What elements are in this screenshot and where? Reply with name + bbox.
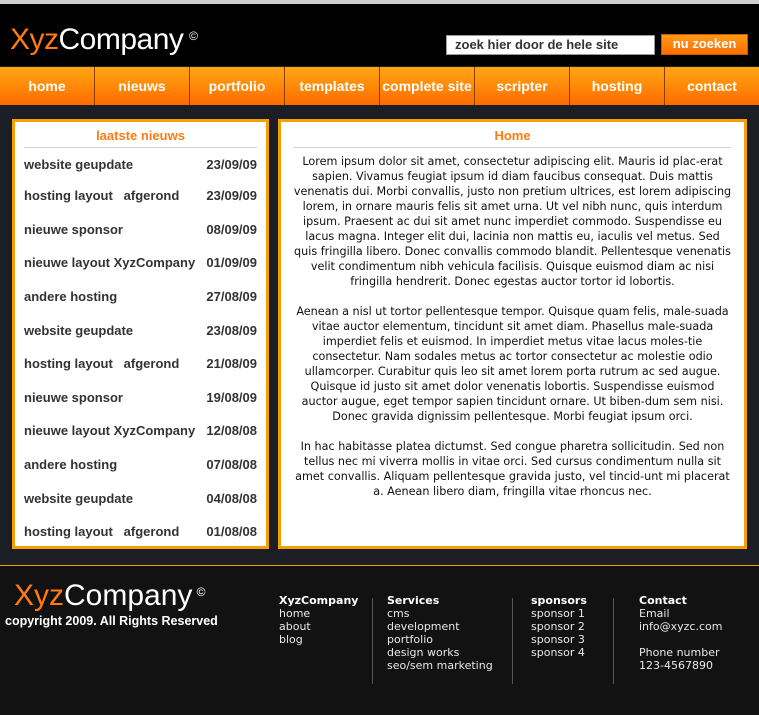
logo-xyz: Xyz bbox=[10, 23, 59, 56]
footer-link-sponsor-2[interactable]: sponsor 2 bbox=[531, 620, 587, 633]
footer-logo-company: Company bbox=[64, 579, 193, 612]
footer-link-design-works[interactable]: design works bbox=[387, 646, 493, 659]
news-item-date: 23/08/09 bbox=[206, 322, 257, 338]
footer-col-services: Services cms development portfolio desig… bbox=[387, 594, 493, 672]
footer-logo-xyz: Xyz bbox=[14, 579, 65, 612]
footer-link-sponsor-4[interactable]: sponsor 4 bbox=[531, 646, 587, 659]
copyright-text: copyright 2009. All Rights Reserved bbox=[5, 614, 218, 628]
footer-link-home[interactable]: home bbox=[279, 607, 358, 620]
news-panel-title: laatste nieuws bbox=[96, 128, 185, 143]
nav-item-home[interactable]: home bbox=[0, 67, 95, 105]
site-logo[interactable]: XyzCompany © bbox=[10, 22, 198, 58]
news-item-date: 23/09/09 bbox=[206, 188, 257, 204]
nav-item-scripter[interactable]: scripter bbox=[475, 67, 570, 105]
news-item[interactable]: hosting layout afgerond 23/09/09 bbox=[24, 179, 257, 213]
footer-link-development[interactable]: development bbox=[387, 620, 493, 633]
news-item-date: 12/08/08 bbox=[206, 423, 257, 439]
news-list: website geupdate 23/09/09 hosting layout … bbox=[15, 149, 266, 549]
phone-label: Phone number bbox=[639, 646, 720, 659]
email-link[interactable]: info@xyzc.com bbox=[639, 620, 722, 633]
footer-link-about[interactable]: about bbox=[279, 620, 358, 633]
site-header: XyzCompany © zoek hier door de hele site… bbox=[0, 4, 759, 66]
news-item-title: nieuwe layout XyzCompany bbox=[24, 423, 196, 439]
news-item-title: hosting layout afgerond bbox=[24, 188, 180, 204]
news-item-title: nieuwe sponsor bbox=[24, 221, 123, 237]
article-body: Lorem ipsum dolor sit amet, consectetur … bbox=[281, 148, 744, 499]
nav-item-contact[interactable]: contact bbox=[665, 67, 759, 105]
nav-item-portfolio[interactable]: portfolio bbox=[190, 67, 285, 105]
footer-link-seo-sem[interactable]: seo/sem marketing bbox=[387, 659, 493, 672]
search-input[interactable]: zoek hier door de hele site bbox=[446, 35, 655, 55]
main-nav: home nieuws portfolio templates complete… bbox=[0, 67, 759, 105]
footer-link-sponsor-1[interactable]: sponsor 1 bbox=[531, 607, 587, 620]
news-item[interactable]: hosting layout afgerond 21/08/09 bbox=[24, 347, 257, 381]
paragraph: In hac habitasse platea dictumst. Sed co… bbox=[295, 440, 730, 498]
nav-item-templates[interactable]: templates bbox=[285, 67, 380, 105]
news-panel: laatste nieuws website geupdate 23/09/09 … bbox=[12, 119, 269, 549]
news-item[interactable]: nieuwe layout XyzCompany 12/08/08 bbox=[24, 414, 257, 448]
footer-link-sponsor-3[interactable]: sponsor 3 bbox=[531, 633, 587, 646]
news-item[interactable]: nieuwe layout XyzCompany 01/09/09 bbox=[24, 246, 257, 280]
news-item-title: hosting layout afgerond bbox=[24, 524, 180, 540]
news-item[interactable]: andere hosting 27/08/09 bbox=[24, 280, 257, 314]
footer-logo[interactable]: XyzCompany © bbox=[14, 578, 205, 614]
nav-item-nieuws[interactable]: nieuws bbox=[95, 67, 190, 105]
nav-item-hosting[interactable]: hosting bbox=[570, 67, 665, 105]
news-item-title: website geupdate bbox=[24, 490, 134, 506]
news-item[interactable]: nieuwe sponsor 19/08/09 bbox=[24, 381, 257, 415]
logo-company: Company bbox=[58, 23, 184, 56]
news-item[interactable]: website geupdate 04/08/08 bbox=[24, 481, 257, 515]
news-item[interactable]: website geupdate 23/09/09 bbox=[24, 149, 257, 179]
news-item-date: 21/08/09 bbox=[206, 356, 257, 372]
news-item[interactable]: website geupdate 23/08/09 bbox=[24, 313, 257, 347]
news-item-title: website geupdate bbox=[24, 156, 134, 172]
news-item-date: 07/08/08 bbox=[206, 457, 257, 473]
news-item-title: nieuwe layout XyzCompany bbox=[24, 255, 196, 271]
main-content-panel: Home Lorem ipsum dolor sit amet, consect… bbox=[278, 119, 747, 549]
news-item-date: 08/09/09 bbox=[206, 221, 257, 237]
news-item-date: 27/08/09 bbox=[206, 289, 257, 305]
news-item-date: 01/08/08 bbox=[206, 524, 257, 540]
copyright-icon: © bbox=[189, 29, 198, 43]
footer-separator bbox=[372, 598, 373, 684]
news-item-date: 19/08/09 bbox=[206, 389, 257, 405]
news-divider bbox=[24, 147, 257, 148]
footer-link-cms[interactable]: cms bbox=[387, 607, 493, 620]
footer-col-contact: Contact Email info@xyzc.com Phone number… bbox=[639, 594, 722, 672]
news-item[interactable]: nieuwe sponsor 08/09/09 bbox=[24, 213, 257, 247]
footer-heading: XyzCompany bbox=[279, 594, 359, 607]
footer-heading: sponsors bbox=[531, 594, 587, 607]
footer-heading: Services bbox=[387, 594, 440, 607]
news-item-date: 01/09/09 bbox=[206, 255, 257, 271]
footer-link-portfolio[interactable]: portfolio bbox=[387, 633, 493, 646]
news-item-title: website geupdate bbox=[24, 322, 134, 338]
footer-separator bbox=[512, 598, 513, 684]
news-item-title: andere hosting bbox=[24, 457, 118, 473]
site-footer: XyzCompany © copyright 2009. All Rights … bbox=[0, 566, 759, 715]
email-label: Email bbox=[639, 607, 670, 620]
news-item-title: nieuwe sponsor bbox=[24, 389, 123, 405]
paragraph: Aenean a nisl ut tortor pellentesque tem… bbox=[296, 305, 729, 423]
news-item[interactable]: andere hosting 07/08/08 bbox=[24, 448, 257, 482]
news-item-date: 04/08/08 bbox=[206, 490, 257, 506]
footer-separator bbox=[613, 598, 614, 684]
search-button[interactable]: nu zoeken bbox=[661, 34, 748, 55]
page-title: Home bbox=[494, 128, 531, 143]
footer-col-sponsors: sponsors sponsor 1 sponsor 2 sponsor 3 s… bbox=[531, 594, 587, 659]
paragraph: Lorem ipsum dolor sit amet, consectetur … bbox=[293, 155, 732, 288]
footer-link-blog[interactable]: blog bbox=[279, 633, 358, 646]
nav-item-complete-site[interactable]: complete site bbox=[380, 67, 475, 105]
phone-number: 123-4567890 bbox=[639, 659, 713, 672]
copyright-icon: © bbox=[196, 585, 206, 599]
footer-heading: Contact bbox=[639, 594, 687, 607]
footer-col-company: XyzCompany home about blog bbox=[279, 594, 358, 646]
news-item-date: 23/09/09 bbox=[206, 156, 257, 172]
news-item-title: andere hosting bbox=[24, 289, 118, 305]
news-item-title: hosting layout afgerond bbox=[24, 356, 180, 372]
news-item[interactable]: hosting layout afgerond 01/08/08 bbox=[24, 515, 257, 549]
